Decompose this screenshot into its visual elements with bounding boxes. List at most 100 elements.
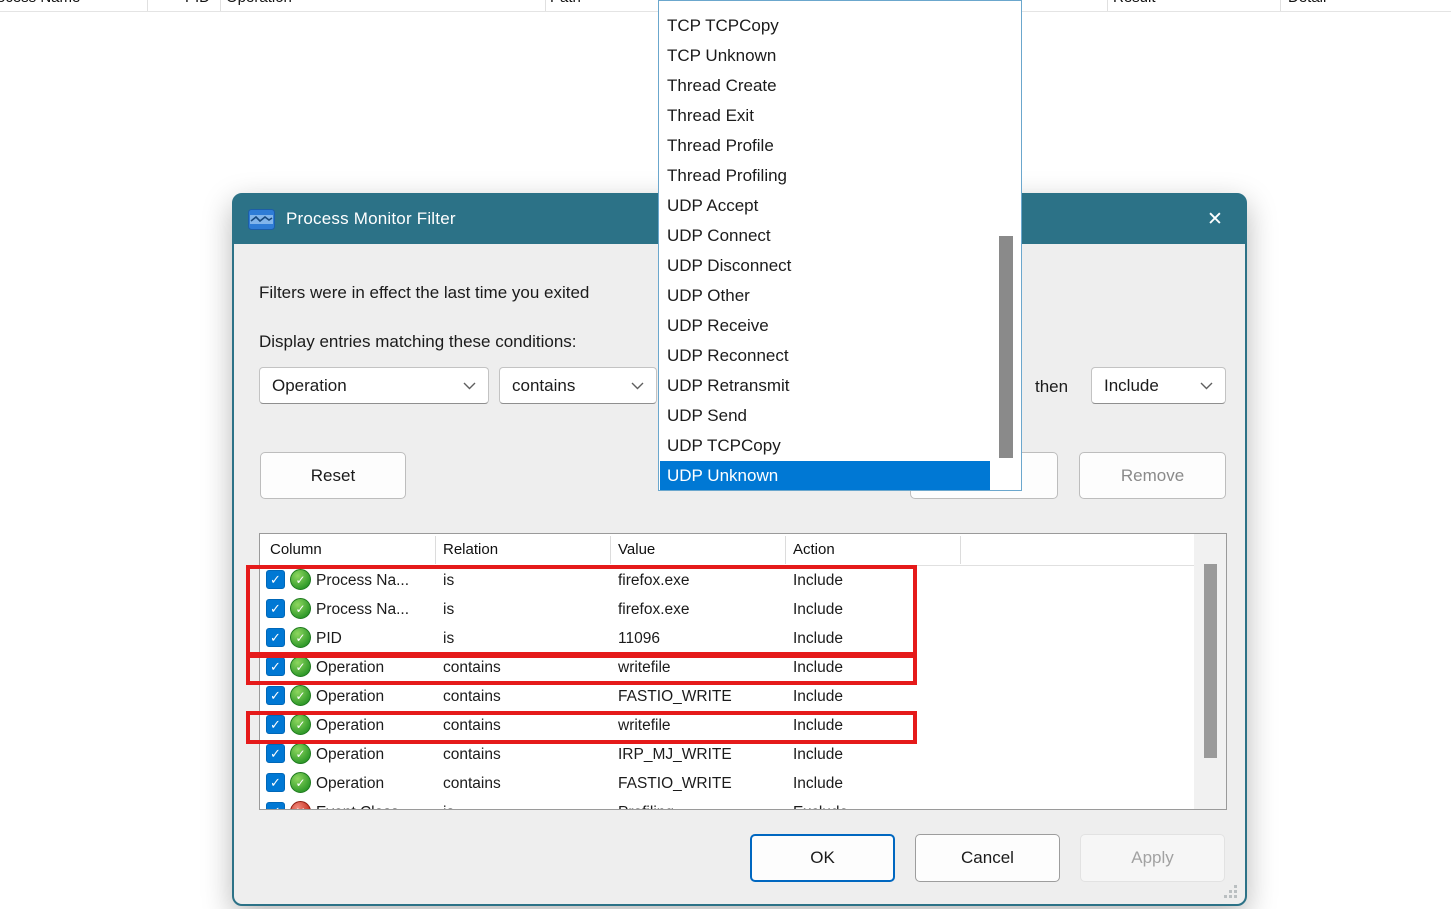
table-scrollbar[interactable] xyxy=(1194,534,1226,809)
listbox-item[interactable]: UDP Disconnect xyxy=(660,251,990,281)
listbox-item[interactable]: Thread Profile xyxy=(660,131,990,161)
header-divider xyxy=(610,536,611,564)
listbox-item[interactable]: Thread Exit xyxy=(660,101,990,131)
filter-row[interactable]: ✓ ✓ Operation contains IRP_MJ_WRITE Include xyxy=(260,740,1226,769)
chevron-down-icon xyxy=(463,382,476,389)
listbox-item[interactable]: Thread Create xyxy=(660,71,990,101)
row-checkbox[interactable]: ✓ xyxy=(266,570,285,589)
column-divider xyxy=(147,0,148,11)
row-checkbox[interactable]: ✓ xyxy=(266,744,285,763)
row-value: firefox.exe xyxy=(618,571,690,589)
row-action: Include xyxy=(793,687,843,705)
filter-row[interactable]: ✓ ✕ Event Class is Profiling Exclude xyxy=(260,798,1226,810)
filter-row[interactable]: ✓ ✓ Operation contains writefile Include xyxy=(260,653,1226,682)
listbox-item[interactable]: Thread Profiling xyxy=(660,161,990,191)
row-relation: is xyxy=(443,804,454,810)
apply-button[interactable]: Apply xyxy=(1080,834,1225,882)
relation-dropdown[interactable]: contains xyxy=(499,367,657,404)
row-checkbox[interactable]: ✓ xyxy=(266,657,285,676)
header-divider xyxy=(435,536,436,564)
include-check-icon: ✓ xyxy=(290,772,311,793)
filter-row[interactable]: ✓ ✓ Operation contains FASTIO_WRITE Include xyxy=(260,769,1226,798)
exclude-x-icon: ✕ xyxy=(290,801,311,809)
cancel-button[interactable]: Cancel xyxy=(915,834,1060,882)
row-checkbox[interactable]: ✓ xyxy=(266,802,285,809)
close-icon[interactable]: ✕ xyxy=(1200,205,1230,233)
row-column: Process Na... xyxy=(316,571,410,589)
row-value: Profiling xyxy=(618,804,674,810)
include-check-icon: ✓ xyxy=(290,598,311,619)
column-header-pid[interactable]: PID xyxy=(185,0,210,6)
listbox-scrollbar-thumb[interactable] xyxy=(999,236,1013,458)
filter-row[interactable]: ✓ ✓ Process Na... is firefox.exe Include xyxy=(260,595,1226,624)
row-action: Include xyxy=(793,658,843,676)
column-header-result[interactable]: Result xyxy=(1113,0,1156,6)
action-dropdown[interactable]: Include xyxy=(1091,367,1226,404)
listbox-item[interactable]: UDP Reconnect xyxy=(660,341,990,371)
row-relation: is xyxy=(443,571,455,589)
intro-text: Filters were in effect the last time you… xyxy=(259,283,590,302)
row-action: Include xyxy=(793,745,843,763)
row-action: Include xyxy=(793,774,843,792)
row-value: IRP_MJ_WRITE xyxy=(618,745,732,763)
chevron-down-icon xyxy=(631,382,644,389)
header-divider xyxy=(785,536,786,564)
filter-row[interactable]: ✓ ✓ Operation contains FASTIO_WRITE Include xyxy=(260,682,1226,711)
listbox-item[interactable]: UDP Receive xyxy=(660,311,990,341)
column-header-detail[interactable]: Detail xyxy=(1288,0,1326,6)
row-checkbox[interactable]: ✓ xyxy=(266,599,285,618)
column-header-path[interactable]: Path xyxy=(550,0,581,6)
row-column: PID xyxy=(316,629,342,647)
listbox-item[interactable]: UDP Send xyxy=(660,401,990,431)
row-column: Event Class xyxy=(316,804,399,810)
column-dropdown[interactable]: Operation xyxy=(259,367,489,404)
header-value[interactable]: Value xyxy=(618,541,655,558)
row-value: 11096 xyxy=(618,629,660,647)
listbox-item[interactable]: TCP Unknown xyxy=(660,41,990,71)
header-relation[interactable]: Relation xyxy=(443,541,498,558)
row-relation: contains xyxy=(443,774,501,792)
listbox-item[interactable]: UDP TCPCopy xyxy=(660,431,990,461)
column-divider xyxy=(1107,0,1108,11)
filter-row[interactable]: ✓ ✓ Process Na... is firefox.exe Include xyxy=(260,566,1226,595)
listbox-item[interactable]: UDP Unknown xyxy=(660,461,990,490)
row-checkbox[interactable]: ✓ xyxy=(266,686,285,705)
operation-listbox: TCP SendTCP TCPCopyTCP UnknownThread Cre… xyxy=(658,0,1022,491)
resize-grip-icon[interactable] xyxy=(1224,885,1238,899)
listbox-item[interactable]: UDP Connect xyxy=(660,221,990,251)
column-divider xyxy=(545,0,546,11)
include-check-icon: ✓ xyxy=(290,714,311,735)
row-checkbox[interactable]: ✓ xyxy=(266,628,285,647)
ok-button[interactable]: OK xyxy=(750,834,895,882)
dialog-title: Process Monitor Filter xyxy=(286,209,456,228)
listbox-item[interactable]: UDP Accept xyxy=(660,191,990,221)
row-relation: contains xyxy=(443,745,501,763)
header-column[interactable]: Column xyxy=(270,541,322,558)
row-relation: contains xyxy=(443,658,501,676)
process-monitor-app-icon xyxy=(248,208,275,230)
filter-row[interactable]: ✓ ✓ PID is 11096 Include xyxy=(260,624,1226,653)
column-divider xyxy=(1280,0,1281,11)
row-action: Include xyxy=(793,600,843,618)
conditions-label: Display entries matching these condition… xyxy=(259,332,577,351)
reset-button[interactable]: Reset xyxy=(260,452,406,499)
operation-listbox-items: TCP SendTCP TCPCopyTCP UnknownThread Cre… xyxy=(660,1,1021,490)
column-header-operation[interactable]: Operation xyxy=(226,0,292,6)
listbox-item[interactable]: UDP Retransmit xyxy=(660,371,990,401)
row-relation: contains xyxy=(443,716,501,734)
listbox-item[interactable]: TCP TCPCopy xyxy=(660,11,990,41)
row-value: FASTIO_WRITE xyxy=(618,687,732,705)
listbox-item[interactable]: TCP Send xyxy=(660,1,990,11)
header-action[interactable]: Action xyxy=(793,541,835,558)
row-action: Exclude xyxy=(793,804,848,810)
row-column: Operation xyxy=(316,687,385,705)
header-divider xyxy=(960,536,961,564)
listbox-item[interactable]: UDP Other xyxy=(660,281,990,311)
remove-button[interactable]: Remove xyxy=(1079,452,1226,499)
table-scrollbar-thumb[interactable] xyxy=(1204,564,1217,758)
row-checkbox[interactable]: ✓ xyxy=(266,773,285,792)
row-checkbox[interactable]: ✓ xyxy=(266,715,285,734)
filter-row[interactable]: ✓ ✓ Operation contains writefile Include xyxy=(260,711,1226,740)
include-check-icon: ✓ xyxy=(290,627,311,648)
column-header-process-name[interactable]: Process Name xyxy=(0,0,80,6)
